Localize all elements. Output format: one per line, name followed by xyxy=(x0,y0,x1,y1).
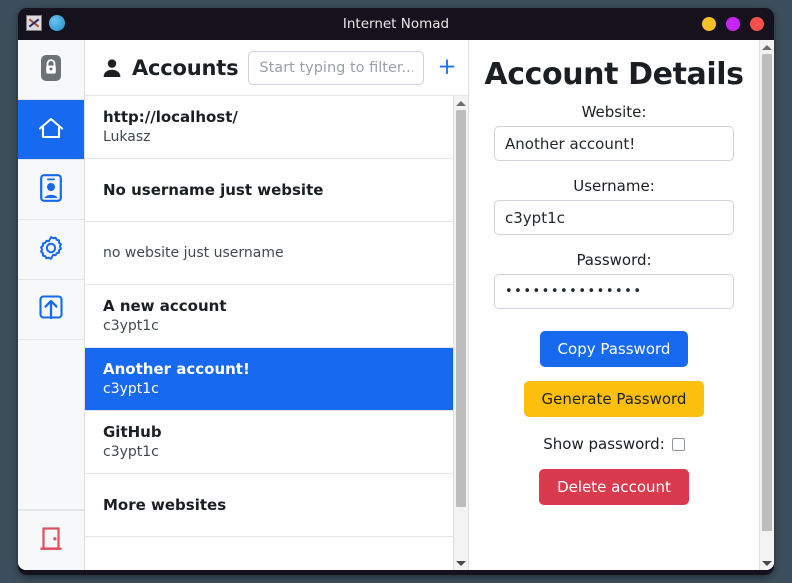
scroll-up-arrow[interactable] xyxy=(760,40,774,54)
window-controls xyxy=(702,17,764,31)
filter-input[interactable] xyxy=(248,50,424,85)
password-field[interactable] xyxy=(494,274,734,309)
generate-password-button[interactable]: Generate Password xyxy=(523,381,705,417)
accounts-header: Accounts + xyxy=(85,40,468,96)
accounts-list-scrollbar[interactable] xyxy=(453,96,468,570)
delete-account-button[interactable]: Delete account xyxy=(539,469,689,505)
home-icon xyxy=(37,114,65,146)
maximize-button[interactable] xyxy=(726,17,740,31)
sidebar-item-exit[interactable] xyxy=(18,510,84,570)
scroll-down-arrow[interactable] xyxy=(760,556,774,570)
lock-icon xyxy=(39,53,63,87)
title-bar: Internet Nomad xyxy=(18,8,774,40)
scrollbar-track[interactable] xyxy=(454,110,468,556)
account-website: GitHub xyxy=(103,423,162,442)
upload-icon xyxy=(38,294,64,326)
details-panel-scrollbar[interactable] xyxy=(759,40,774,570)
application-window: Internet Nomad Accounts Start typing to … xyxy=(18,8,774,575)
list-item-selected[interactable]: Another account! c3ypt1c xyxy=(85,348,453,411)
account-details-content: Account Details Website: Username: Passw… xyxy=(469,40,759,570)
show-password-label: Show password: xyxy=(543,435,665,453)
list-item[interactable]: A new account c3ypt1c xyxy=(85,285,453,348)
account-website: http://localhost/ xyxy=(103,108,238,127)
account-username: c3ypt1c xyxy=(103,443,159,460)
accounts-list: http://localhost/ Lukasz No username jus… xyxy=(85,96,453,570)
scrollbar-thumb[interactable] xyxy=(762,54,772,531)
list-item[interactable]: GitHub c3ypt1c xyxy=(85,411,453,474)
list-item[interactable]: No username just website xyxy=(85,159,453,222)
sidebar-item-contacts[interactable] xyxy=(18,160,84,220)
account-website: Another account! xyxy=(103,360,250,379)
accounts-list-scroll-area: http://localhost/ Lukasz No username jus… xyxy=(85,96,468,570)
accounts-panel: Accounts + http://localhost/ Lukasz No u… xyxy=(85,40,469,570)
account-website: More websites xyxy=(103,495,227,514)
account-website: No username just website xyxy=(103,180,324,199)
website-label: Website: xyxy=(581,103,647,121)
scrollbar-thumb[interactable] xyxy=(456,110,466,507)
list-item[interactable]: no website just username xyxy=(85,222,453,285)
application-body: Accounts + http://localhost/ Lukasz No u… xyxy=(18,40,774,570)
account-username: Lukasz xyxy=(103,128,151,145)
account-username: no website just username xyxy=(103,244,284,261)
gear-icon xyxy=(37,234,65,266)
list-item[interactable]: More websites xyxy=(85,474,453,537)
username-label: Username: xyxy=(573,177,655,195)
sidebar-item-settings[interactable] xyxy=(18,220,84,280)
sidebar-item-export[interactable] xyxy=(18,280,84,340)
window-title: Internet Nomad xyxy=(342,16,450,32)
show-password-checkbox[interactable] xyxy=(671,437,685,451)
details-title: Account Details xyxy=(484,57,744,92)
account-username: c3ypt1c xyxy=(103,317,159,334)
person-icon xyxy=(102,58,122,78)
list-item[interactable]: http://localhost/ Lukasz xyxy=(85,96,453,159)
account-details-panel: Account Details Website: Username: Passw… xyxy=(469,40,774,570)
contact-card-icon xyxy=(39,173,63,207)
scroll-up-arrow[interactable] xyxy=(454,96,468,110)
website-field[interactable] xyxy=(494,126,734,161)
sidebar xyxy=(18,40,85,570)
page-title: Accounts xyxy=(132,55,239,80)
door-exit-icon xyxy=(37,524,65,558)
minimize-button[interactable] xyxy=(702,17,716,31)
username-field[interactable] xyxy=(494,200,734,235)
password-label: Password: xyxy=(576,251,652,269)
sidebar-item-app-logo xyxy=(18,40,84,100)
show-password-row: Show password: xyxy=(543,435,685,453)
account-website: A new account xyxy=(103,297,227,316)
add-account-button[interactable]: + xyxy=(434,53,460,83)
scroll-down-arrow[interactable] xyxy=(454,556,468,570)
scrollbar-track[interactable] xyxy=(760,54,774,556)
sidebar-item-home[interactable] xyxy=(18,100,84,160)
sidebar-spacer xyxy=(18,340,84,510)
account-username: c3ypt1c xyxy=(103,380,159,397)
copy-password-button[interactable]: Copy Password xyxy=(539,331,689,367)
close-button[interactable] xyxy=(750,17,764,31)
